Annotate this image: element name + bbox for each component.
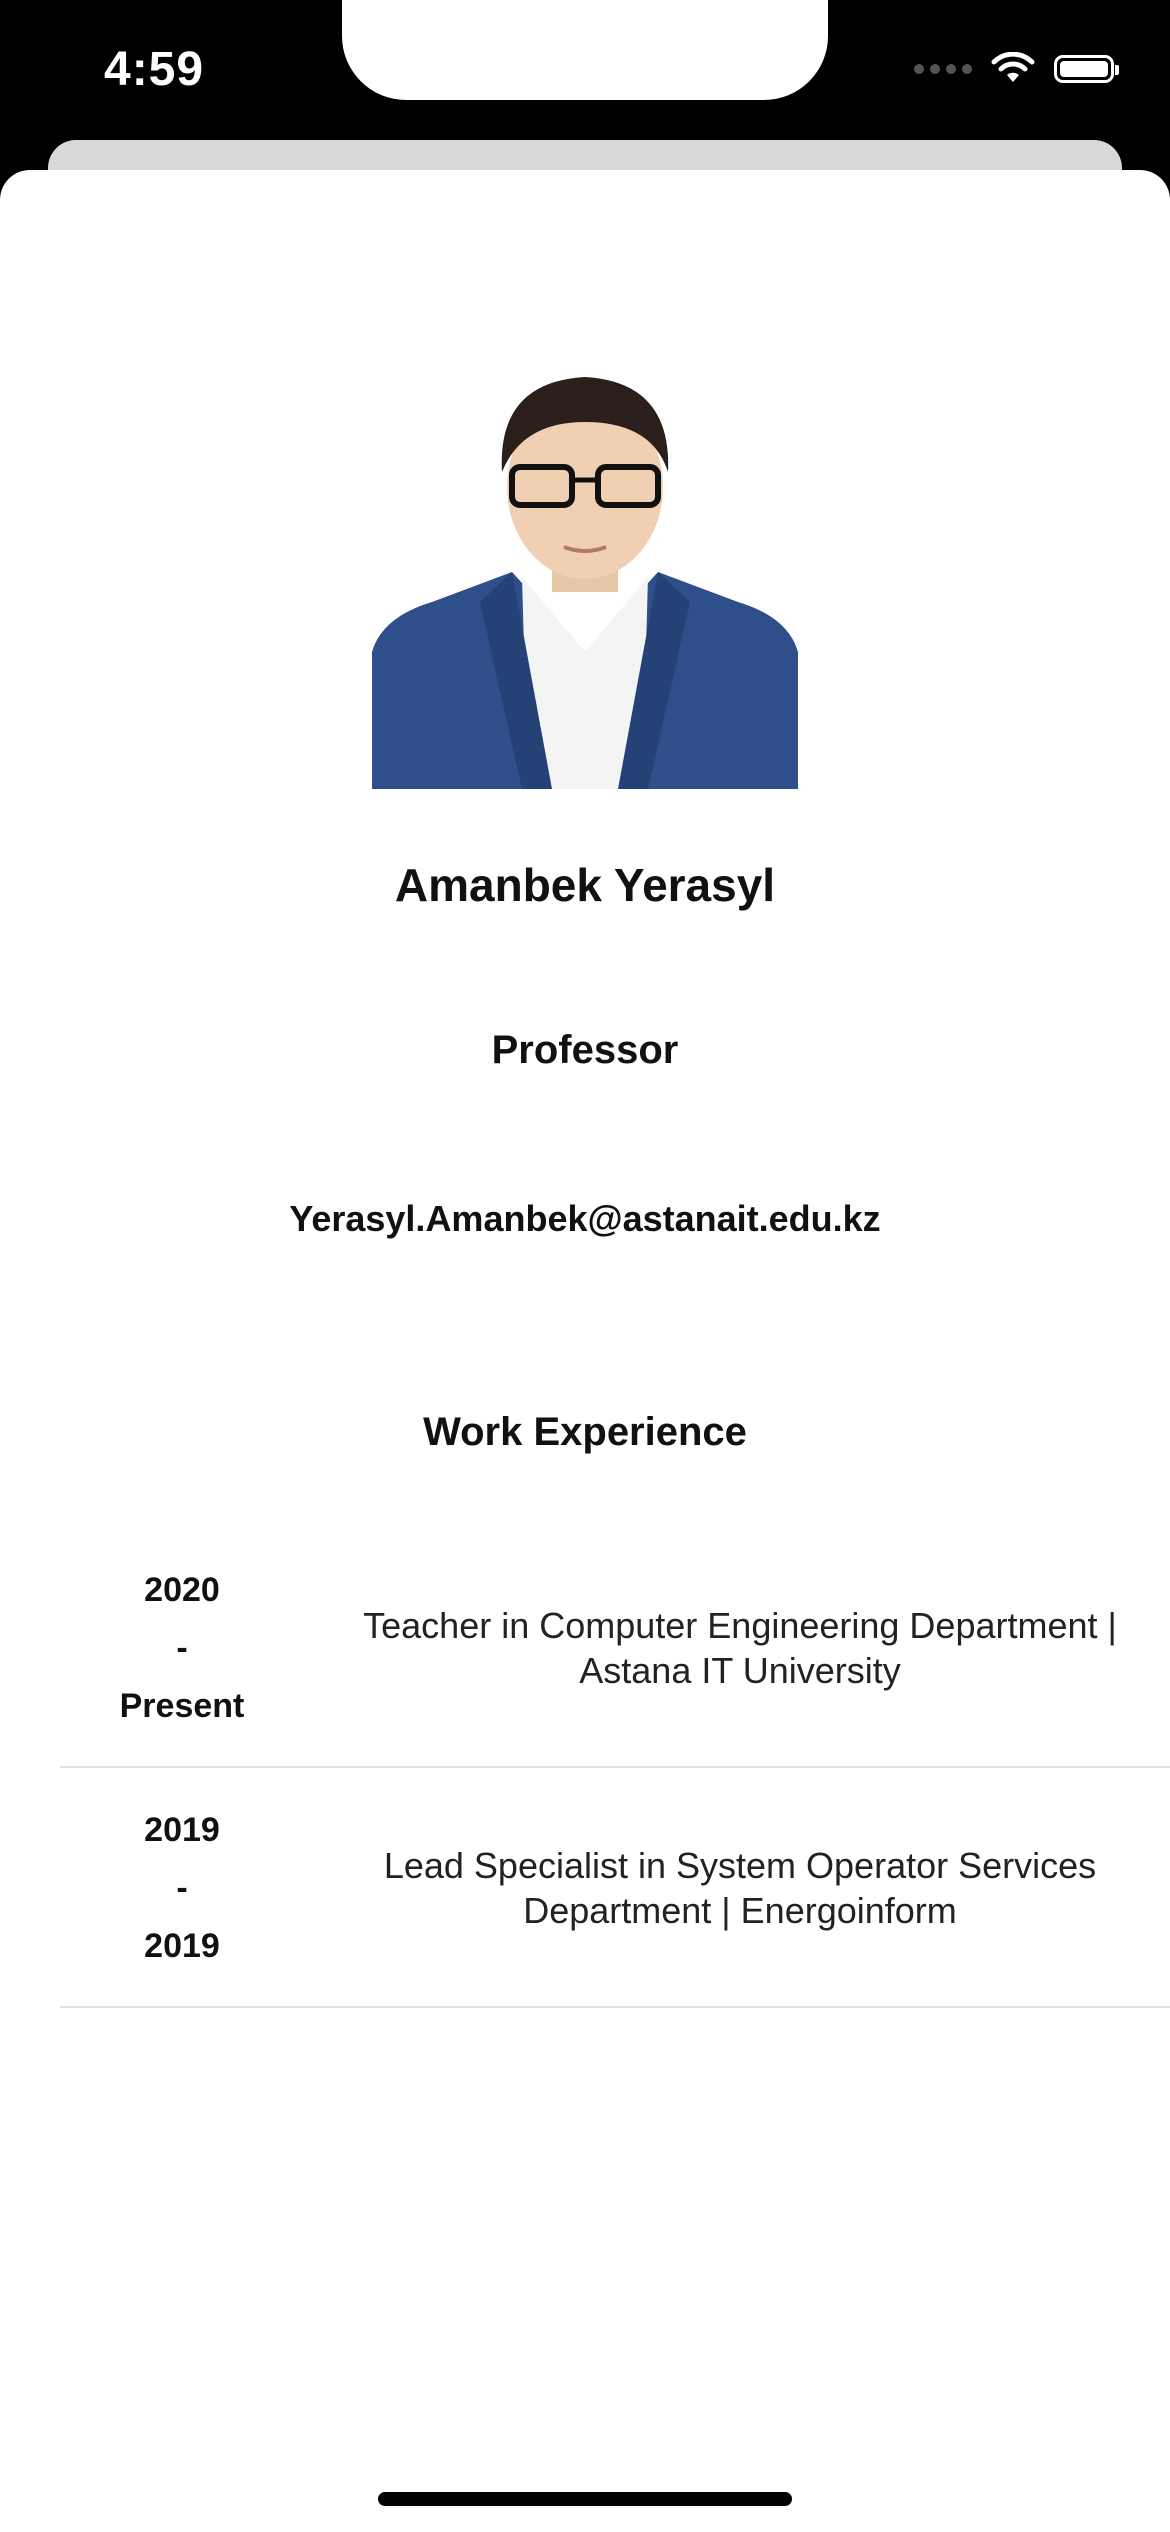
experience-years: 2019 - 2019: [60, 1770, 304, 2006]
status-icons: [914, 52, 1119, 86]
experience-start-year: 2019: [144, 1810, 220, 1849]
status-bar: 4:59: [0, 0, 1170, 150]
cellular-signal-icon: [914, 64, 972, 74]
status-time: 4:59: [104, 43, 205, 96]
home-indicator[interactable]: [378, 2492, 792, 2506]
profile-sheet: Amanbek Yerasyl Professor Yerasyl.Amanbe…: [0, 170, 1170, 2532]
experience-start-year: 2020: [144, 1570, 220, 1609]
work-experience-title: Work Experience: [423, 1410, 747, 1454]
wifi-icon: [991, 52, 1035, 82]
experience-separator: -: [176, 1628, 188, 1667]
experience-row: 2020 - Present Teacher in Computer Engin…: [60, 1530, 1170, 1768]
experience-description: Teacher in Computer Engineering Departme…: [363, 1605, 1117, 1691]
profile-photo: [372, 352, 798, 789]
profile-email[interactable]: Yerasyl.Amanbek@astanait.edu.kz: [0, 1198, 1170, 1240]
profile-role: Professor: [491, 1028, 679, 1072]
notch: [342, 0, 828, 100]
experience-years: 2020 - Present: [60, 1530, 304, 1766]
experience-end-year: Present: [119, 1687, 245, 1726]
battery-icon: [1054, 55, 1119, 83]
profile-name: Amanbek Yerasyl: [394, 859, 776, 911]
experience-row: 2019 - 2019 Lead Specialist in System Op…: [60, 1770, 1170, 2008]
experience-separator: -: [176, 1868, 188, 1907]
experience-end-year: 2019: [144, 1927, 220, 1966]
experience-description: Lead Specialist in System Operator Servi…: [383, 1845, 1097, 1931]
